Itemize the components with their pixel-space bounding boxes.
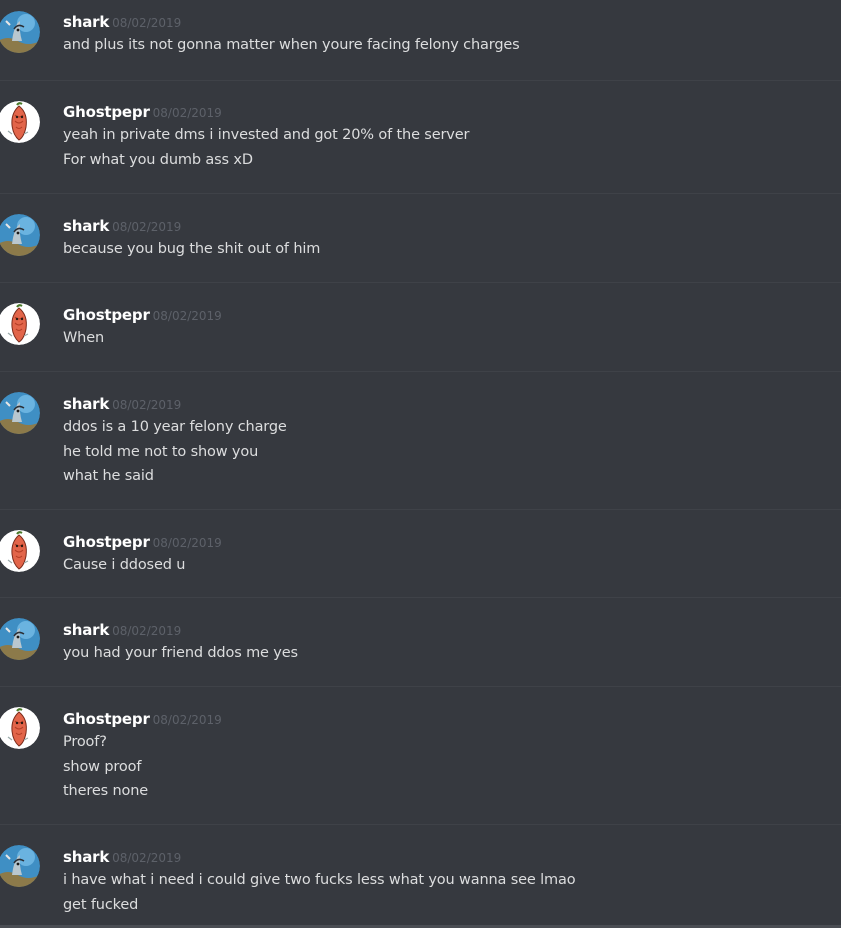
- message-group[interactable]: shark 08/02/2019 i have what i need i coul…: [0, 824, 841, 925]
- message-text: Proof?: [63, 734, 107, 750]
- timestamp: 08/02/2019: [152, 106, 222, 120]
- shark-avatar-icon[interactable]: [0, 214, 40, 256]
- pepper-avatar-icon[interactable]: [0, 101, 40, 143]
- message-header: shark 08/02/2019: [63, 12, 181, 32]
- message-header: shark 08/02/2019: [63, 216, 181, 236]
- chat-message-list: shark 08/02/2019 and plus its not gonna ma…: [0, 0, 841, 928]
- message-text: and plus its not gonna matter when youre…: [63, 37, 520, 53]
- message-header: shark 08/02/2019: [63, 394, 181, 414]
- message-content: yeah in private dms i invested and got 2…: [63, 123, 831, 172]
- message-group[interactable]: Ghostpepr 08/02/2019 yeah in private dms i…: [0, 80, 841, 193]
- pepper-avatar-icon[interactable]: [0, 303, 40, 345]
- shark-avatar-icon[interactable]: [0, 618, 40, 660]
- message-text: show proof: [63, 758, 142, 775]
- message-header: shark 08/02/2019: [63, 620, 181, 640]
- username[interactable]: shark: [63, 395, 109, 413]
- username[interactable]: Ghostpepr: [63, 710, 150, 728]
- pepper-avatar-icon[interactable]: [0, 707, 40, 749]
- message-group[interactable]: shark 08/02/2019 you had your friend ddos …: [0, 597, 841, 686]
- message-text: because you bug the shit out of him: [63, 241, 321, 257]
- message-text: i have what i need i could give two fuck…: [63, 872, 576, 888]
- message-group[interactable]: shark 08/02/2019 ddos is a 10 year felony …: [0, 371, 841, 509]
- username[interactable]: Ghostpepr: [63, 533, 150, 551]
- message-content: you had your friend ddos me yes: [63, 641, 831, 666]
- message-content: ddos is a 10 year felony charge he told m…: [63, 415, 831, 489]
- message-group[interactable]: Ghostpepr 08/02/2019 Cause i ddosed u: [0, 509, 841, 597]
- shark-avatar-icon[interactable]: [0, 845, 40, 887]
- message-header: Ghostpepr 08/02/2019: [63, 305, 222, 325]
- message-text: theres none: [63, 783, 149, 799]
- message-group[interactable]: Ghostpepr 08/02/2019 When: [0, 282, 841, 371]
- message-content: i have what i need i could give two fuck…: [63, 868, 831, 917]
- message-group[interactable]: shark 08/02/2019 and plus its not gonna ma…: [0, 0, 841, 80]
- timestamp: 08/02/2019: [112, 851, 182, 865]
- message-text: yeah in private dms i invested and got 2…: [63, 127, 470, 143]
- message-group[interactable]: shark 08/02/2019 because you bug the shit …: [0, 193, 841, 282]
- pepper-avatar-icon[interactable]: [0, 530, 40, 572]
- message-header: Ghostpepr 08/02/2019: [63, 709, 222, 729]
- username[interactable]: shark: [63, 13, 109, 31]
- username[interactable]: Ghostpepr: [63, 306, 150, 324]
- timestamp: 08/02/2019: [112, 398, 182, 412]
- message-content: Cause i ddosed u: [63, 553, 831, 578]
- username[interactable]: Ghostpepr: [63, 103, 150, 121]
- message-content: because you bug the shit out of him: [63, 237, 831, 262]
- username[interactable]: shark: [63, 217, 109, 235]
- shark-avatar-icon[interactable]: [0, 392, 40, 434]
- message-text: get fucked: [63, 896, 139, 913]
- timestamp: 08/02/2019: [112, 16, 182, 30]
- message-header: Ghostpepr 08/02/2019: [63, 532, 222, 552]
- username[interactable]: shark: [63, 848, 109, 866]
- message-header: Ghostpepr 08/02/2019: [63, 102, 222, 122]
- message-text: Cause i ddosed u: [63, 557, 186, 573]
- message-content: Proof? show proof theres none: [63, 730, 831, 804]
- message-text: For what you dumb ass xD: [63, 151, 253, 168]
- message-text: When: [63, 330, 105, 346]
- timestamp: 08/02/2019: [152, 713, 222, 727]
- timestamp: 08/02/2019: [112, 624, 182, 638]
- message-text: ddos is a 10 year felony charge: [63, 419, 287, 435]
- username[interactable]: shark: [63, 621, 109, 639]
- message-text: what he said: [63, 468, 154, 484]
- timestamp: 08/02/2019: [112, 220, 182, 234]
- shark-avatar-icon[interactable]: [0, 11, 40, 53]
- message-header: shark 08/02/2019: [63, 847, 181, 867]
- message-content: When: [63, 326, 831, 351]
- timestamp: 08/02/2019: [152, 536, 222, 550]
- timestamp: 08/02/2019: [152, 309, 222, 323]
- message-text: you had your friend ddos me yes: [63, 645, 298, 661]
- message-content: and plus its not gonna matter when youre…: [63, 33, 831, 58]
- message-group[interactable]: Ghostpepr 08/02/2019 Proof? show proof there…: [0, 686, 841, 824]
- message-text: he told me not to show you: [63, 443, 259, 460]
